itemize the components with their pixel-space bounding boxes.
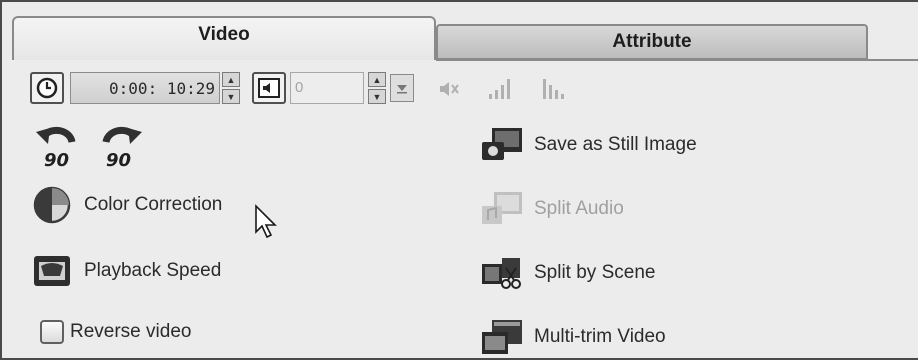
mute-icon — [440, 82, 459, 96]
fade-in-button[interactable] — [486, 74, 516, 107]
volume-button[interactable] — [252, 72, 286, 104]
playback-speed-label: Playback Speed — [84, 260, 222, 281]
speaker-icon — [258, 78, 280, 98]
options-panel: Video Attribute 0:00: 10:29 ▲ ▼ 0 ▲ ▼ 90… — [0, 0, 918, 360]
tab-video[interactable]: Video — [12, 16, 436, 60]
multi-trim-video-button[interactable]: Multi-trim Video — [480, 318, 666, 356]
duration-spinner[interactable]: ▲ ▼ — [222, 72, 240, 104]
spin-down-icon[interactable]: ▼ — [368, 89, 386, 104]
rotate-left-button[interactable]: 90 — [32, 120, 82, 171]
rotate-right-label: 90 — [106, 150, 131, 170]
reverse-video-label: Reverse video — [70, 321, 192, 342]
split-audio-button[interactable]: Split Audio — [480, 190, 624, 228]
tab-attribute[interactable]: Attribute — [436, 24, 868, 60]
spin-up-icon[interactable]: ▲ — [222, 72, 240, 87]
fade-in-icon — [489, 79, 510, 99]
tab-attribute-label: Attribute — [612, 31, 692, 52]
volume-input[interactable]: 0 — [290, 72, 364, 104]
reverse-video-checkbox[interactable]: Reverse video — [40, 320, 191, 344]
tab-video-label: Video — [198, 24, 250, 45]
playback-speed-button[interactable]: Playback Speed — [30, 252, 221, 290]
split-by-scene-button[interactable]: Split by Scene — [480, 254, 655, 292]
clock-icon — [36, 77, 58, 99]
reverse-video-check[interactable] — [40, 320, 64, 344]
fade-out-icon — [543, 79, 564, 99]
split-audio-label: Split Audio — [534, 198, 624, 219]
mouse-cursor-icon — [255, 204, 277, 239]
multi-trim-video-label: Multi-trim Video — [534, 326, 666, 347]
fade-out-button[interactable] — [540, 74, 570, 107]
rotate-right-icon: 90 — [102, 126, 142, 171]
split-audio-icon — [480, 190, 524, 228]
rotate-right-button[interactable]: 90 — [96, 120, 146, 171]
split-by-scene-label: Split by Scene — [534, 262, 656, 283]
dropdown-arrow-icon — [397, 85, 407, 94]
tab-divider — [436, 59, 918, 61]
color-correction-button[interactable]: Color Correction — [30, 186, 222, 224]
spin-down-icon[interactable]: ▼ — [222, 89, 240, 104]
volume-dropdown-button[interactable] — [390, 74, 414, 102]
spin-up-icon[interactable]: ▲ — [368, 72, 386, 87]
color-correction-icon — [30, 186, 74, 224]
duration-timecode-field[interactable]: 0:00: 10:29 — [70, 72, 220, 104]
duration-clock-button[interactable] — [30, 72, 64, 104]
multi-trim-icon — [480, 318, 524, 356]
mute-button[interactable] — [436, 76, 462, 107]
duration-timecode-value: 0:00: 10:29 — [109, 78, 215, 98]
volume-spinner[interactable]: ▲ ▼ — [368, 72, 386, 104]
still-image-icon — [480, 126, 524, 164]
rotate-left-label: 90 — [44, 150, 69, 170]
save-still-image-label: Save as Still Image — [534, 134, 697, 155]
playback-speed-icon — [30, 252, 74, 290]
rotate-left-icon: 90 — [36, 126, 76, 171]
volume-value: 0 — [295, 79, 304, 96]
save-still-image-button[interactable]: Save as Still Image — [480, 126, 697, 164]
color-correction-label: Color Correction — [84, 194, 223, 215]
split-scene-icon — [480, 254, 524, 292]
